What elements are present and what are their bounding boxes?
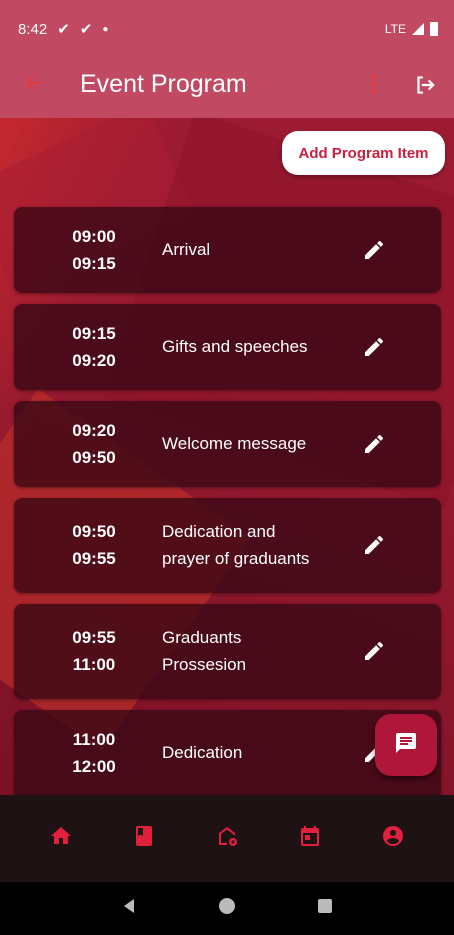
end-time: 09:55 (72, 549, 116, 568)
back-arrow-icon[interactable] (18, 72, 48, 102)
title-line: prayer of graduants (162, 549, 310, 568)
battery-icon (430, 22, 438, 36)
end-time: 11:00 (72, 655, 116, 674)
program-item-title: Dedication (162, 743, 243, 762)
system-recents-icon[interactable] (316, 897, 334, 920)
signal-icon (412, 23, 424, 35)
nav-add-home[interactable] (213, 825, 241, 853)
nav-account[interactable] (379, 825, 407, 853)
title-line: Graduants (162, 628, 242, 647)
program-item[interactable]: 09:15 09:20 Gifts and speeches (14, 304, 441, 390)
start-time: 09:55 (72, 628, 116, 647)
system-navigation (0, 882, 454, 935)
program-item-title: Welcome message (162, 434, 307, 453)
title-line: Prossesion (162, 655, 247, 674)
home-icon (49, 824, 73, 853)
end-time: 09:50 (72, 448, 116, 467)
app-bar: Event Program (0, 58, 454, 118)
end-time: 12:00 (72, 757, 116, 776)
dot-icon: ● (102, 23, 109, 35)
system-home-icon[interactable] (218, 897, 236, 920)
time-range: 09:20 09:50 (14, 417, 174, 471)
chat-fab-button[interactable] (375, 714, 437, 776)
more-vert-icon[interactable] (364, 72, 384, 102)
time-range: 09:00 09:15 (14, 223, 174, 277)
page-title: Event Program (80, 70, 247, 98)
program-item-title: Graduants Prossesion (162, 624, 362, 678)
logout-icon[interactable] (412, 72, 442, 102)
time-range: 09:15 09:20 (14, 320, 174, 374)
edit-icon[interactable] (362, 533, 386, 557)
start-time: 09:15 (72, 324, 116, 343)
check-icon: ✔ (79, 21, 93, 38)
network-type: LTE (384, 22, 406, 36)
nav-calendar[interactable] (296, 825, 324, 853)
edit-icon[interactable] (362, 432, 386, 456)
program-item[interactable]: 09:20 09:50 Welcome message (14, 401, 441, 487)
account-circle-icon (381, 824, 405, 853)
start-time: 09:20 (72, 421, 116, 440)
program-item[interactable]: 09:50 09:55 Dedication and prayer of gra… (14, 498, 441, 593)
clock: 8:42 (18, 20, 48, 38)
book-icon (132, 824, 156, 853)
time-range: 11:00 12:00 (14, 726, 174, 780)
system-back-icon[interactable] (120, 897, 138, 920)
program-item[interactable]: 09:00 09:15 Arrival (14, 207, 441, 293)
bottom-navigation (0, 795, 454, 882)
program-item-title: Dedication and prayer of graduants (162, 518, 362, 572)
chat-icon (394, 731, 418, 760)
nav-book[interactable] (130, 825, 158, 853)
check-icon: ✔ (57, 21, 70, 38)
add-program-item-button[interactable]: Add Program Item (282, 131, 445, 175)
program-item[interactable]: 09:55 11:00 Graduants Prossesion (14, 604, 441, 699)
time-range: 09:50 09:55 (14, 518, 174, 572)
edit-icon[interactable] (362, 639, 386, 663)
time-range: 09:55 11:00 (14, 624, 174, 678)
nav-home[interactable] (47, 825, 75, 853)
program-item-title: Gifts and speeches (162, 337, 308, 356)
start-time: 09:00 (72, 227, 116, 246)
title-line: Dedication and (162, 522, 276, 541)
start-time: 11:00 (72, 730, 116, 749)
edit-icon[interactable] (362, 238, 386, 262)
status-bar: 8:42 ✔ ✔ ● LTE (0, 0, 454, 58)
end-time: 09:20 (72, 351, 116, 370)
edit-icon[interactable] (362, 335, 386, 359)
add-home-icon (215, 824, 239, 853)
screen: 8:42 ✔ ✔ ● LTE Event Program Add Program… (0, 0, 454, 935)
end-time: 09:15 (72, 254, 116, 273)
start-time: 09:50 (72, 522, 116, 541)
calendar-icon (298, 824, 322, 853)
program-item-title: Arrival (162, 240, 211, 259)
